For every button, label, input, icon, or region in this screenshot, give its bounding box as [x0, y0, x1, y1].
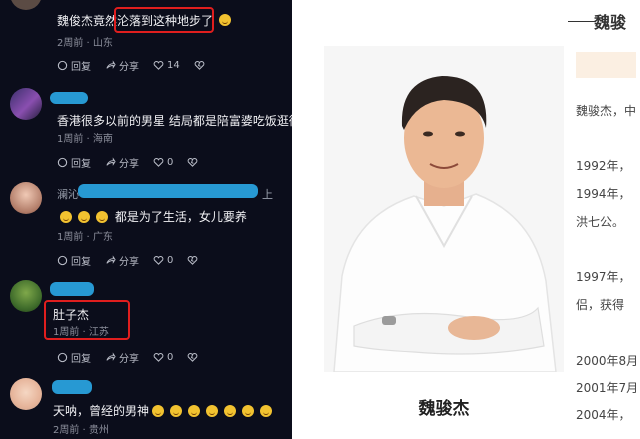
- comment-meta: 1周前 · 广东: [57, 232, 113, 243]
- username-redacted: [52, 380, 92, 394]
- portrait-illustration: [324, 46, 564, 373]
- like-button[interactable]: 14: [153, 60, 180, 71]
- laugh-emoji-icon: [188, 405, 201, 417]
- photo-caption: 魏骏杰: [418, 399, 470, 419]
- timeline-entry: 1997年，: [576, 270, 631, 284]
- comment-meta: 2周前 · 山东: [57, 38, 113, 49]
- avatar[interactable]: [10, 0, 42, 10]
- laugh-emoji-icon: [78, 211, 90, 223]
- laugh-emoji-icon: [152, 405, 165, 417]
- laugh-emoji-icon: [170, 405, 183, 417]
- intro-text: 魏骏杰，中: [576, 104, 637, 118]
- share-icon: [106, 352, 116, 361]
- reply-icon: [57, 157, 68, 168]
- avatar[interactable]: [10, 182, 42, 214]
- portrait-photo: [324, 46, 564, 373]
- comment-feed: 魏俊杰竟然沦落到这种地步了 2周前 · 山东 回复 分享 14 香港很多以前的男…: [0, 0, 292, 439]
- broken-heart-icon: [187, 353, 198, 362]
- username-suffix: 上: [262, 188, 273, 201]
- share-button[interactable]: 分享: [105, 253, 139, 268]
- section-divider: [568, 21, 596, 22]
- comment-actions: 回复 分享 0: [57, 253, 215, 268]
- dislike-button[interactable]: [187, 352, 201, 363]
- comment-actions: 回复 分享 0: [57, 350, 215, 365]
- broken-heart-icon: [187, 158, 198, 167]
- heart-icon: [153, 61, 164, 70]
- share-button[interactable]: 分享: [105, 58, 139, 73]
- laugh-emoji-icon: [206, 405, 219, 417]
- timeline-entry: 侣，获得: [576, 298, 625, 312]
- timeline-entry: 2001年7月: [576, 381, 639, 395]
- timeline-entry: 1992年，: [576, 159, 631, 173]
- dislike-button[interactable]: [194, 60, 208, 71]
- share-icon: [106, 157, 116, 166]
- heart-icon: [153, 158, 164, 167]
- reply-button[interactable]: 回复: [57, 155, 91, 170]
- comment-item: 肚子杰 1周前 · 江苏 回复 分享 0: [0, 276, 292, 368]
- comment-meta: 2周前 · 贵州: [53, 425, 109, 436]
- share-button[interactable]: 分享: [105, 350, 139, 365]
- like-button[interactable]: 0: [153, 157, 173, 168]
- section-title: 魏骏: [594, 13, 627, 32]
- username-redacted: [50, 92, 88, 104]
- laugh-emoji-icon: [219, 14, 231, 26]
- reply-icon: [57, 352, 68, 363]
- comment-item: 香港很多以前的男星 结局都是陪富婆吃饭逛街 1周前 · 海南 回复 分享 0: [0, 80, 292, 170]
- heart-icon: [153, 353, 164, 362]
- share-icon: [106, 60, 116, 69]
- comment-actions: 回复 分享 14: [57, 58, 222, 73]
- photo-card: 魏骏杰: [324, 16, 564, 439]
- username-redacted: [50, 282, 94, 296]
- laugh-emoji-icon: [224, 405, 237, 417]
- username-redacted: [78, 184, 258, 198]
- timeline-entry: 2004年，: [576, 408, 631, 422]
- comment-text: 肚子杰: [53, 308, 90, 322]
- reply-icon: [57, 60, 68, 71]
- timeline-entry: 洪七公。: [576, 215, 625, 229]
- comment-item: 天呐，曾经的男神 2周前 · 贵州: [0, 374, 292, 439]
- share-button[interactable]: 分享: [105, 155, 139, 170]
- comment-text: 香港很多以前的男星 结局都是陪富婆吃饭逛街: [57, 114, 292, 128]
- highlight-box: [114, 7, 214, 33]
- broken-heart-icon: [194, 61, 205, 70]
- laugh-emoji-icon: [60, 211, 72, 223]
- dislike-button[interactable]: [187, 255, 201, 266]
- comment-text: 天呐，曾经的男神: [53, 402, 275, 419]
- comment-actions: 回复 分享 0: [57, 155, 215, 170]
- reply-button[interactable]: 回复: [57, 58, 91, 73]
- avatar[interactable]: [10, 378, 42, 410]
- highlight-banner: [576, 52, 636, 78]
- comment-text: 都是为了生活，女儿要养: [57, 208, 247, 225]
- reply-button[interactable]: 回复: [57, 350, 91, 365]
- comment-item: 澜沁 上 都是为了生活，女儿要养 1周前 · 广东 回复 分享 0: [0, 178, 292, 274]
- laugh-emoji-icon: [96, 211, 108, 223]
- username: 澜沁: [57, 188, 79, 201]
- like-button[interactable]: 0: [153, 255, 173, 266]
- timeline-entry: 1994年，: [576, 187, 631, 201]
- laugh-emoji-icon: [242, 405, 255, 417]
- broken-heart-icon: [187, 256, 198, 265]
- comment-item: 魏俊杰竟然沦落到这种地步了 2周前 · 山东 回复 分享 14: [0, 0, 292, 80]
- timeline-entry: 2000年8月: [576, 354, 639, 368]
- share-icon: [106, 255, 116, 264]
- heart-icon: [153, 256, 164, 265]
- avatar[interactable]: [10, 280, 42, 312]
- comment-meta: 1周前 · 江苏: [53, 327, 109, 338]
- reply-button[interactable]: 回复: [57, 253, 91, 268]
- dislike-button[interactable]: [187, 157, 201, 168]
- reply-icon: [57, 255, 68, 266]
- profile-page: 魏骏杰 魏骏 魏骏杰，中 1992年， 1994年， 洪七公。 1997年， 侣…: [292, 0, 640, 439]
- comment-meta: 1周前 · 海南: [57, 134, 113, 145]
- laugh-emoji-icon: [260, 405, 273, 417]
- avatar[interactable]: [10, 88, 42, 120]
- like-button[interactable]: 0: [153, 352, 173, 363]
